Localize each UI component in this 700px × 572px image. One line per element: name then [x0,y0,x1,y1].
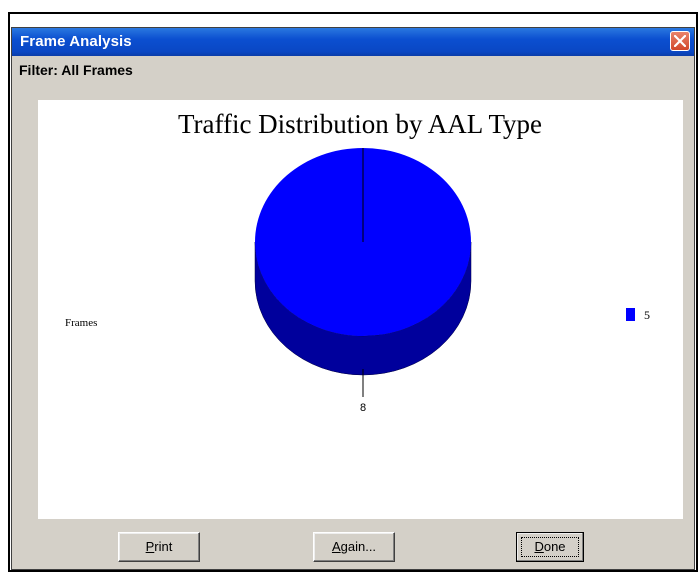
pie-chart: Traffic Distribution by AAL Type Frames … [65,109,650,414]
close-icon [674,35,686,47]
done-button[interactable]: Done [516,532,584,562]
again-accel: A [331,539,341,554]
print-label: rint [154,539,173,554]
print-accel: P [145,539,155,554]
print-button[interactable]: Print [118,532,200,562]
focus-rectangle [521,537,579,557]
title-bar[interactable]: Frame Analysis [12,28,694,56]
y-axis-label: Frames [65,317,97,329]
chart-area: Traffic Distribution by AAL Type Frames … [38,100,683,519]
legend-swatch [626,308,635,321]
legend-label: 5 [644,308,650,322]
legend: 5 [626,308,650,322]
again-button[interactable]: Again... [313,532,395,562]
again-label: gain... [340,539,377,554]
filter-label: Filter: All Frames [19,62,133,78]
frame-analysis-window: Frame Analysis Filter: All Frames Traffi… [11,27,695,570]
window-title: Frame Analysis [20,33,132,50]
chart-title: Traffic Distribution by AAL Type [178,109,542,139]
data-label: 8 [360,402,366,414]
close-button[interactable] [670,31,690,51]
pie-slices: 8 [254,148,472,414]
